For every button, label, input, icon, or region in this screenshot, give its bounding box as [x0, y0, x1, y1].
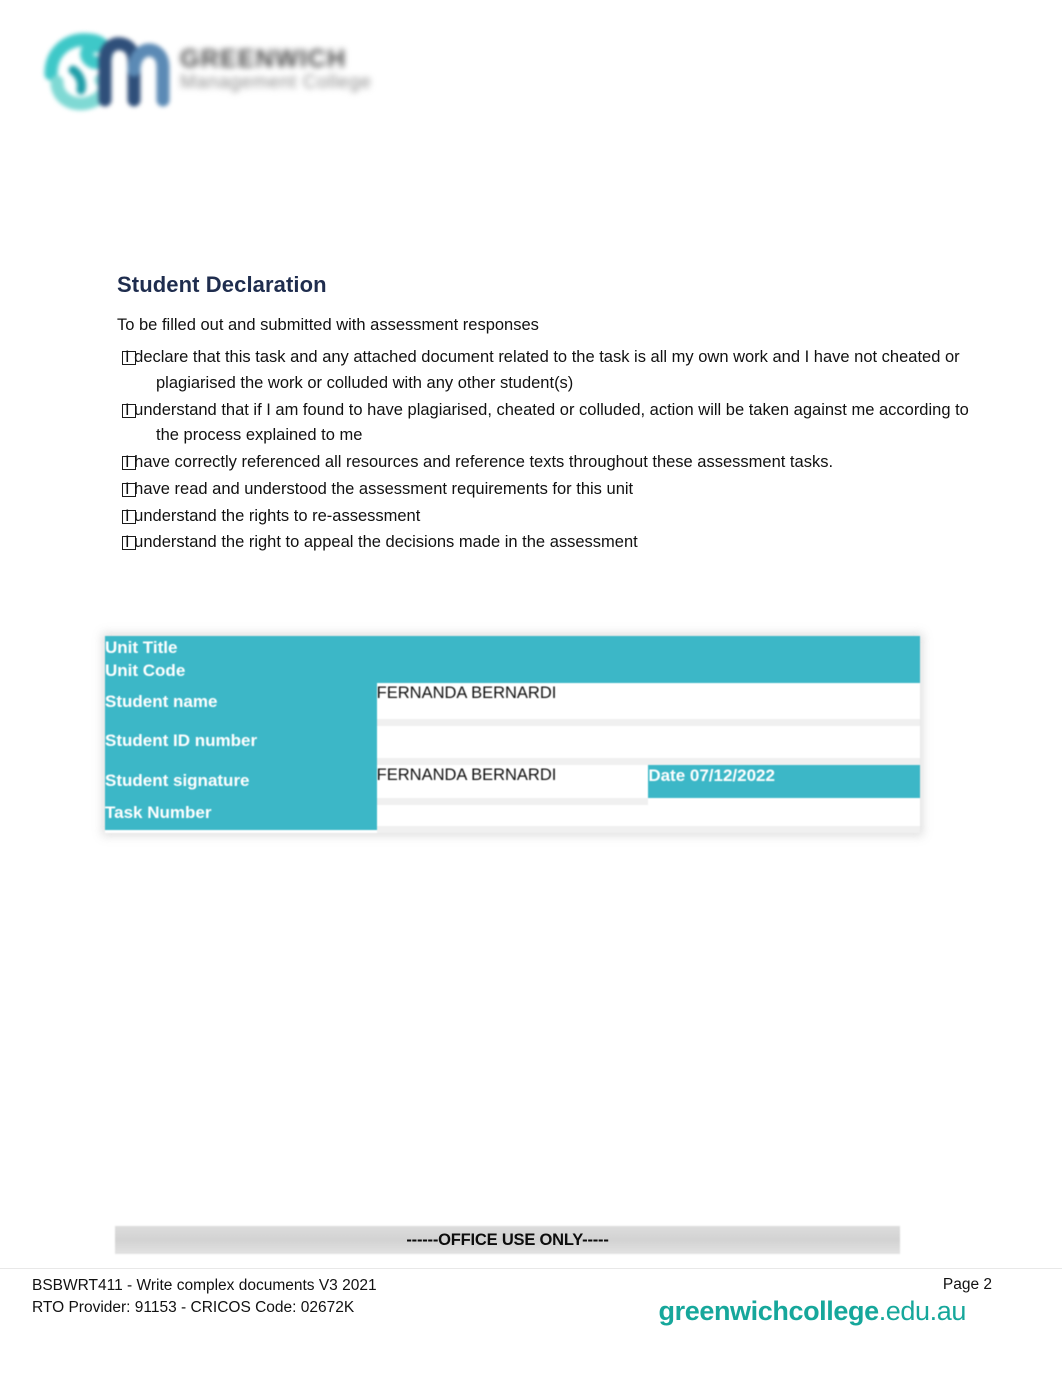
list-item[interactable]: I understand the right to appeal the dec… [117, 530, 992, 556]
row-label-task-number: Task Number [105, 801, 377, 830]
table-row: Unit Title [105, 636, 920, 660]
list-item[interactable]: I understand the rights to re-assessment [117, 504, 992, 530]
page-number: Page 2 [942, 1276, 992, 1293]
brand-wordmark: GREENWICH Management College [180, 46, 436, 94]
declaration-intro: To be filled out and submitted with asse… [117, 316, 539, 334]
list-item[interactable]: I understand that if I am found to have … [117, 398, 992, 449]
brand-wordmark-line2: Management College [180, 72, 372, 94]
task-number-value[interactable] [376, 801, 649, 834]
student-details-table: Unit Title Unit Code Student name FERNAN… [105, 636, 920, 834]
footer-unit-line: BSBWRT411 - Write complex documents V3 2… [32, 1277, 377, 1294]
office-use-banner: ------OFFICE USE ONLY----- [406, 1231, 609, 1249]
table-row: Unit Code [105, 659, 920, 683]
declaration-item-text: I have read and understood the assessmen… [125, 479, 634, 498]
footer-meta: BSBWRT411 - Write complex documents V3 2… [32, 1275, 377, 1319]
footer-url-bold: greenwichcollege [658, 1296, 880, 1326]
table-row: Student name FERNANDA BERNARDI [105, 682, 920, 726]
student-id-value[interactable] [376, 722, 920, 766]
gm-monogram-icon [44, 33, 170, 111]
row-label-unit-code: Unit Code [105, 659, 920, 683]
list-item[interactable]: I declare that this task and any attache… [117, 345, 992, 396]
brand-logo: GREENWICH Management College [40, 18, 440, 122]
footer-rto-line: RTO Provider: 91153 - CRICOS Code: 02672… [32, 1299, 355, 1316]
table-row: Task Number [105, 801, 920, 834]
page-title: Student Declaration [117, 272, 327, 297]
document-page: GREENWICH Management College Student Dec… [0, 0, 1062, 1376]
brand-wordmark-line1: GREENWICH [180, 45, 347, 73]
declaration-item-text: I have correctly referenced all resource… [125, 453, 834, 472]
row-label-unit-title: Unit Title [105, 636, 920, 660]
footer-url-light: .edu.au [878, 1296, 967, 1326]
row-label-student-id: Student ID number [105, 722, 377, 762]
row-label-student-name: Student name [105, 682, 377, 723]
footer-divider [0, 1268, 1062, 1269]
student-name-value[interactable]: FERNANDA BERNARDI [376, 682, 920, 726]
list-item[interactable]: I have read and understood the assessmen… [117, 477, 992, 503]
list-item[interactable]: I have correctly referenced all resource… [117, 450, 992, 476]
signature-date-value[interactable]: Date 07/12/2022 [648, 761, 920, 805]
declaration-checkbox-list: I declare that this task and any attache… [117, 345, 992, 556]
declaration-item-text: I declare that this task and any attache… [125, 348, 960, 392]
declaration-item-text: I understand the rights to re-assessment [125, 506, 421, 525]
student-declaration-section: Student Declaration To be filled out and… [117, 272, 992, 557]
footer-website-url: greenwichcollege.edu.au [658, 1296, 967, 1327]
student-details-table-wrapper: Unit Title Unit Code Student name FERNAN… [105, 636, 920, 834]
declaration-item-text: I understand that if I am found to have … [125, 400, 969, 445]
row-label-student-signature: Student signature [105, 761, 377, 802]
declaration-item-text: I understand the right to appeal the dec… [125, 533, 638, 552]
table-row: Student signature FERNANDA BERNARDI Date… [105, 761, 920, 805]
table-row: Student ID number [105, 722, 920, 766]
task-number-extra-cell[interactable] [648, 801, 920, 834]
student-signature-value[interactable]: FERNANDA BERNARDI [376, 761, 649, 805]
